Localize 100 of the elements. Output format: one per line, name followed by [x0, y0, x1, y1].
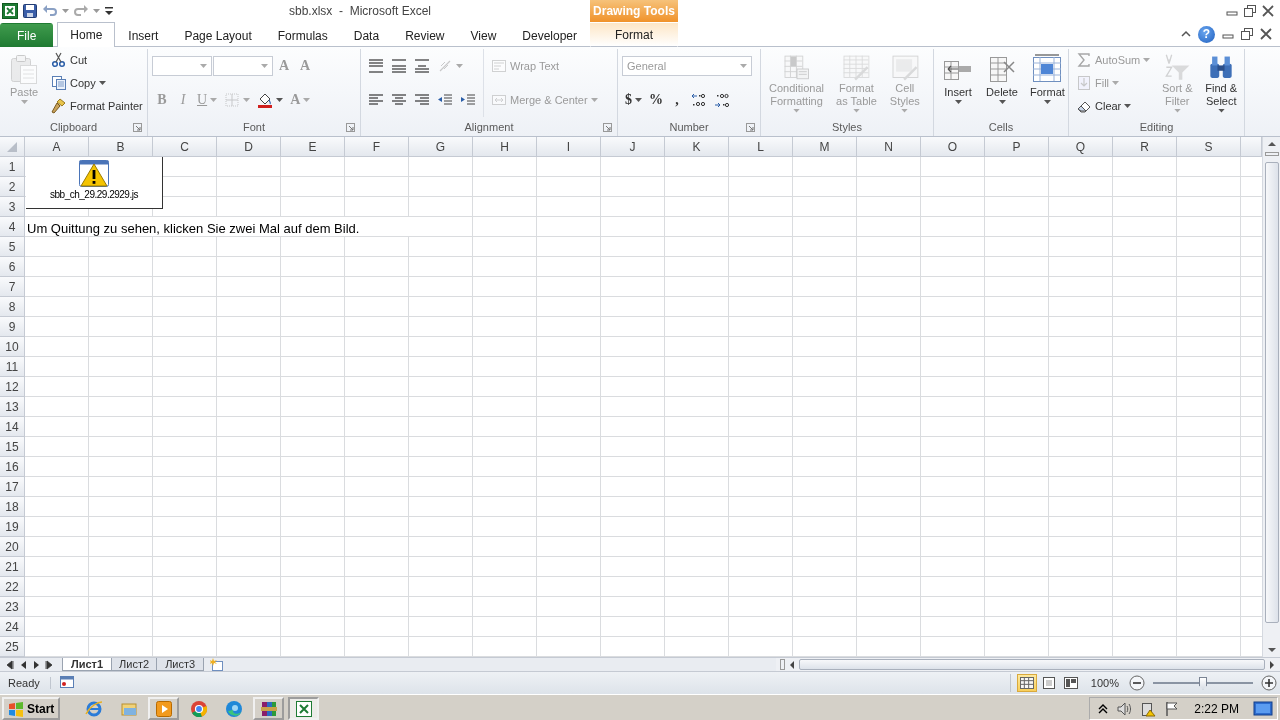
previous-sheet-icon[interactable] [19, 659, 27, 670]
column-header[interactable]: I [537, 137, 601, 157]
column-header[interactable]: R [1113, 137, 1177, 157]
clock: 2:22 PM [1194, 701, 1239, 716]
record-macro-icon [58, 674, 75, 690]
caret-icon [93, 9, 100, 13]
row-header[interactable]: 3 [0, 197, 25, 217]
first-sheet-icon[interactable] [6, 659, 14, 670]
column-header[interactable]: Q [1049, 137, 1113, 157]
column-header[interactable]: G [409, 137, 473, 157]
windows-logo-icon [8, 700, 24, 717]
row-header[interactable]: 25 [0, 637, 25, 657]
scroll-up-arrow-icon [1266, 139, 1277, 149]
start-button[interactable]: Start [2, 697, 61, 720]
sheet-tab[interactable]: Лист1 [62, 658, 113, 671]
column-header[interactable]: O [921, 137, 985, 157]
ribbon-tab[interactable]: Review [392, 23, 458, 47]
row-header[interactable]: 7 [0, 277, 25, 297]
currency-button[interactable]: $ [622, 90, 645, 110]
ribbon-tab[interactable]: Home [57, 22, 116, 47]
taskbar-app-button[interactable] [288, 697, 320, 720]
row-header[interactable]: 9 [0, 317, 25, 337]
vertical-scrollbar[interactable] [1262, 137, 1280, 657]
row-header[interactable]: 14 [0, 417, 25, 437]
format-button[interactable]: Format [1026, 50, 1069, 116]
normal-view-button[interactable] [1016, 674, 1037, 692]
ribbon-tab[interactable]: Formulas [264, 23, 341, 47]
row-header[interactable]: 12 [0, 377, 25, 397]
row-header[interactable]: 13 [0, 397, 25, 417]
row-header[interactable]: 2 [0, 177, 25, 197]
zoom-level[interactable]: 100% [1090, 677, 1119, 689]
row-header[interactable]: 17 [0, 477, 25, 497]
file-tab[interactable]: File [0, 23, 54, 47]
redo-icon [73, 3, 89, 19]
format-painter-button[interactable]: Format Painter [48, 95, 146, 116]
zoom-slider-thumb[interactable] [1199, 676, 1207, 690]
row-header[interactable]: 23 [0, 597, 25, 617]
status-text: Ready [8, 677, 51, 689]
row-header[interactable]: 22 [0, 577, 25, 597]
scroll-left-arrow-icon [788, 659, 796, 670]
column-header[interactable]: K [665, 137, 729, 157]
row-header[interactable]: 8 [0, 297, 25, 317]
row-header[interactable]: 24 [0, 617, 25, 637]
save-icon [22, 3, 38, 19]
row-header[interactable]: 10 [0, 337, 25, 357]
column-header[interactable]: D [217, 137, 281, 157]
row-header[interactable]: 6 [0, 257, 25, 277]
taskbar-app-button[interactable] [148, 697, 180, 720]
comma-button[interactable]: , [667, 90, 687, 110]
scroll-down-arrow-icon [1266, 645, 1277, 655]
column-header[interactable]: N [857, 137, 921, 157]
find-select-button[interactable]: Find & Select [1201, 50, 1242, 116]
row-header[interactable]: 15 [0, 437, 25, 457]
ribbon-tab[interactable]: Developer [509, 23, 590, 47]
ribbon-tab[interactable]: Page Layout [171, 23, 265, 47]
column-header[interactable]: P [985, 137, 1049, 157]
row-header[interactable]: 1 [0, 157, 25, 177]
percent-button[interactable]: % [646, 90, 666, 110]
ribbon-tab[interactable]: Insert [115, 23, 172, 47]
delete-button[interactable]: Delete [982, 50, 1022, 116]
taskbar-app-button[interactable] [253, 697, 285, 720]
ribbon-tab[interactable]: Format [590, 22, 678, 47]
column-header[interactable]: B [89, 137, 153, 157]
column-header[interactable]: F [345, 137, 409, 157]
increase-indent-icon [460, 92, 476, 108]
embedded-object[interactable]: sbb_ch_29.29.2929.js [26, 157, 163, 209]
clear-button[interactable]: Clear [1073, 95, 1135, 116]
sheet-tab[interactable]: Лист2 [110, 658, 159, 671]
fill-down-icon [1076, 75, 1092, 91]
row-header[interactable]: 16 [0, 457, 25, 477]
row-header[interactable]: 5 [0, 237, 25, 257]
column-header[interactable]: S [1177, 137, 1241, 157]
last-sheet-icon[interactable] [45, 659, 53, 670]
row-header[interactable]: 11 [0, 357, 25, 377]
ribbon-tab[interactable]: View [457, 23, 510, 47]
row-header[interactable]: 4 [0, 217, 25, 237]
column-header[interactable]: A [25, 137, 89, 157]
copy-button[interactable]: Copy [48, 73, 109, 93]
sheet-tab[interactable]: Лист3 [156, 658, 205, 671]
column-header[interactable]: L [729, 137, 793, 157]
column-header[interactable]: M [793, 137, 857, 157]
split-handle[interactable] [780, 659, 785, 670]
next-sheet-icon[interactable] [32, 659, 40, 670]
row-header[interactable]: 21 [0, 557, 25, 577]
column-header[interactable]: C [153, 137, 217, 157]
undo-icon [42, 3, 58, 19]
format-cells-icon [1031, 53, 1064, 85]
column-header[interactable]: H [473, 137, 537, 157]
column-header[interactable]: J [601, 137, 665, 157]
column-header[interactable]: E [281, 137, 345, 157]
decrease-indent-icon [437, 92, 453, 108]
show-desktop-icon [1253, 698, 1273, 719]
insert-button[interactable]: Insert [938, 50, 978, 116]
row-header[interactable]: 20 [0, 537, 25, 557]
cut-button[interactable]: Cut [48, 50, 91, 71]
archive-books-icon [259, 699, 278, 718]
row-header[interactable]: 18 [0, 497, 25, 517]
row-header[interactable]: 19 [0, 517, 25, 537]
horizontal-scrollbar[interactable] [776, 658, 1280, 671]
ribbon-tab[interactable]: Data [340, 23, 393, 47]
